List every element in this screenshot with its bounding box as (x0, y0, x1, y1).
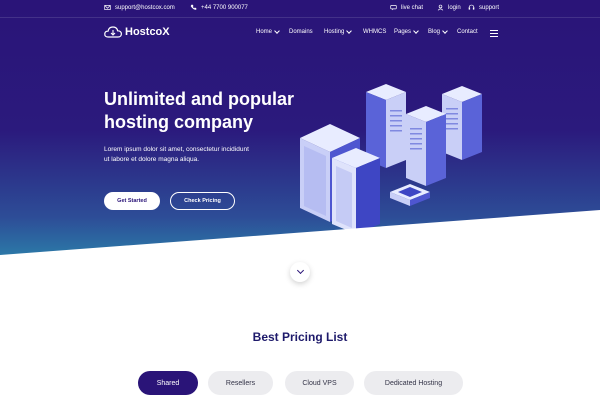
live-chat-link[interactable]: live chat (390, 4, 423, 11)
tab-shared[interactable]: Shared (138, 371, 198, 395)
live-chat-text: live chat (401, 4, 424, 11)
tab-cloud-vps[interactable]: Cloud VPS (285, 371, 354, 395)
server-racks-illustration (300, 84, 482, 234)
nav-item-blog[interactable]: Blog (428, 28, 448, 35)
user-icon (437, 4, 444, 11)
nav-home-label: Home (256, 29, 273, 35)
chevron-down-icon (274, 28, 280, 34)
chevron-down-icon (296, 266, 304, 275)
chevron-down-icon (346, 28, 353, 34)
nav-domains-label: Domains (289, 29, 313, 35)
get-started-button[interactable]: Get Started (104, 192, 160, 210)
chevron-down-icon (442, 28, 448, 34)
tab-dedicated-hosting[interactable]: Dedicated Hosting (364, 371, 463, 395)
email-text: support@hostcox.com (115, 4, 175, 11)
mail-icon (104, 5, 111, 10)
phone-text: +44 7700 900077 (201, 4, 248, 11)
phone-link[interactable]: +44 7700 900077 (190, 4, 248, 11)
login-text: login (448, 4, 461, 11)
brand-name: HostcoX (125, 26, 170, 38)
hero-subtitle-line-2: ut labore et dolore magna aliqua. (104, 156, 200, 163)
chat-icon (390, 5, 397, 11)
nav-item-domains[interactable]: Domains (289, 29, 313, 35)
tab-resellers[interactable]: Resellers (208, 371, 273, 395)
scroll-down-button[interactable] (290, 262, 310, 282)
hero-subtitle: Lorem ipsum dolor sit amet, consectetur … (104, 145, 274, 165)
nav-pages-label: Pages (394, 29, 412, 35)
hero-subtitle-line-1: Lorem ipsum dolor sit amet, consectetur … (104, 146, 249, 153)
pricing-section-title: Best Pricing List (252, 330, 348, 344)
hero-section: support@hostcox.com +44 7700 900077 live… (0, 0, 600, 290)
nav-item-whmcs[interactable]: WHMCS (363, 29, 386, 35)
headset-icon (468, 4, 475, 10)
brand-logo[interactable]: HostcoX (104, 26, 170, 38)
pricing-tabs: Shared Resellers Cloud VPS Dedicated Hos… (0, 371, 600, 395)
cloud-download-icon (104, 26, 122, 38)
email-link[interactable]: support@hostcox.com (104, 4, 175, 11)
nav-hosting-label: Hosting (324, 29, 345, 35)
nav-whmcs-label: WHMCS (363, 29, 387, 35)
chevron-down-icon (413, 28, 419, 34)
network-switch (390, 184, 430, 206)
nav-blog-label: Blog (428, 29, 441, 35)
check-pricing-button[interactable]: Check Pricing (170, 192, 235, 210)
nav-item-hosting[interactable]: Hosting (324, 28, 353, 35)
top-bar: support@hostcox.com +44 7700 900077 live… (0, 0, 600, 18)
nav-item-contact[interactable]: Contact (457, 29, 478, 35)
server-rack-back-right (442, 86, 482, 160)
phone-icon (190, 4, 197, 10)
support-link[interactable]: support (468, 4, 499, 11)
server-rack-front (332, 148, 380, 234)
nav-contact-label: Contact (457, 29, 478, 35)
server-rack-middle (406, 106, 446, 186)
hamburger-icon[interactable] (490, 30, 498, 37)
support-text: support (479, 4, 500, 11)
login-link[interactable]: login (437, 4, 461, 11)
nav-item-pages[interactable]: Pages (394, 28, 419, 35)
nav-item-home[interactable]: Home (256, 28, 280, 35)
